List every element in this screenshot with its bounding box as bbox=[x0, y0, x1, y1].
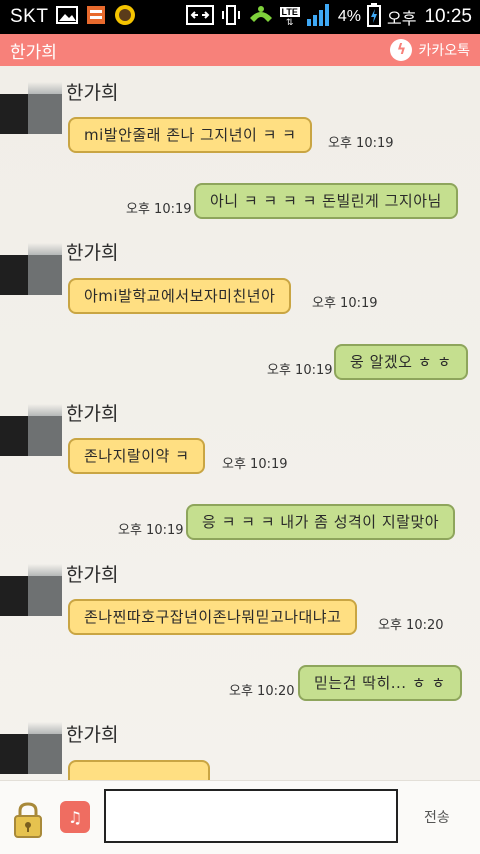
message-time: 오후 10:19 bbox=[126, 202, 192, 217]
incoming-message-bubble[interactable]: mi발안줄래 존나 그지년이 ㅋ ㅋ bbox=[68, 117, 313, 153]
chat-message-list[interactable]: 한가희 mi발안줄래 존나 그지년이 ㅋ ㅋ 오후 10:19 오후 10:19… bbox=[0, 66, 480, 780]
chat-title: 한가희 bbox=[10, 42, 57, 63]
carrier-label: SKT bbox=[10, 6, 49, 27]
music-icon[interactable]: ♫ bbox=[60, 801, 90, 833]
avatar[interactable] bbox=[0, 243, 62, 295]
lightning-icon: ϟ bbox=[390, 39, 413, 61]
message-time: 오후 10:19 bbox=[267, 363, 333, 378]
sender-name: 한가희 bbox=[66, 564, 119, 586]
outgoing-message-bubble[interactable]: 아니 ㅋ ㅋ ㅋ ㅋ 돈빌린게 그지아님 bbox=[194, 183, 458, 219]
vibrate-icon bbox=[220, 4, 242, 31]
clock-ampm: 오후 bbox=[387, 11, 417, 28]
message-time: 오후 10:19 bbox=[118, 523, 184, 538]
avatar[interactable] bbox=[0, 564, 62, 616]
message-time: 오후 10:19 bbox=[312, 296, 378, 311]
incoming-message-bubble[interactable]: 존나찐따호구잡년이존나뭐믿고나대냐고 bbox=[68, 599, 358, 635]
battery-charging-icon bbox=[367, 2, 381, 32]
lock-icon[interactable] bbox=[12, 801, 44, 839]
message-input[interactable] bbox=[104, 789, 398, 843]
screen-mirror-icon bbox=[185, 4, 214, 30]
outgoing-message-bubble[interactable]: 웅 알겠오 ㅎ ㅎ bbox=[334, 344, 468, 380]
sender-name: 한가희 bbox=[66, 242, 119, 264]
message-time: 오후 10:19 bbox=[328, 136, 394, 151]
message-time: 오후 10:19 bbox=[222, 457, 288, 472]
sender-name: 한가희 bbox=[66, 724, 119, 746]
lte-icon: LTE ⇅ bbox=[279, 7, 300, 27]
status-bar: SKT LTE ⇅ 4% 오후 10:25 bbox=[0, 0, 480, 34]
avatar[interactable] bbox=[0, 404, 62, 456]
gallery-icon bbox=[56, 5, 79, 29]
brand-label: 카카오톡 bbox=[418, 43, 470, 59]
sender-name: 한가희 bbox=[66, 403, 119, 425]
send-button[interactable]: 전송 bbox=[424, 807, 450, 827]
incoming-message-bubble[interactable] bbox=[68, 760, 210, 780]
incoming-message-bubble[interactable]: 존나지랄이약 ㅋ bbox=[68, 438, 206, 474]
avatar[interactable] bbox=[0, 722, 62, 774]
outgoing-message-bubble[interactable]: 응 ㅋ ㅋ ㅋ 내가 좀 성격이 지랄맞아 bbox=[186, 504, 456, 540]
app-notification-icon bbox=[86, 5, 106, 30]
clock-time: 10:25 bbox=[424, 6, 472, 27]
message-time: 오후 10:20 bbox=[378, 618, 444, 633]
message-input-bar: ♫ 전송 bbox=[0, 780, 480, 854]
kakaotalk-brand: ϟ 카카오톡 bbox=[390, 39, 470, 61]
sender-name: 한가희 bbox=[66, 82, 119, 104]
battery-percent: 4% bbox=[337, 8, 361, 25]
call-icon bbox=[248, 4, 274, 31]
chat-title-bar: 한가희 ϟ 카카오톡 bbox=[0, 34, 480, 66]
lte-label: LTE bbox=[279, 7, 300, 17]
incoming-message-bubble[interactable]: 아mi발학교에서보자미친년아 bbox=[68, 278, 292, 314]
kakao-notification-icon bbox=[114, 4, 136, 31]
outgoing-message-bubble[interactable]: 믿는건 딱히... ㅎ ㅎ bbox=[298, 665, 462, 701]
message-time: 오후 10:20 bbox=[229, 684, 295, 699]
signal-icon bbox=[306, 3, 332, 32]
avatar[interactable] bbox=[0, 82, 62, 134]
